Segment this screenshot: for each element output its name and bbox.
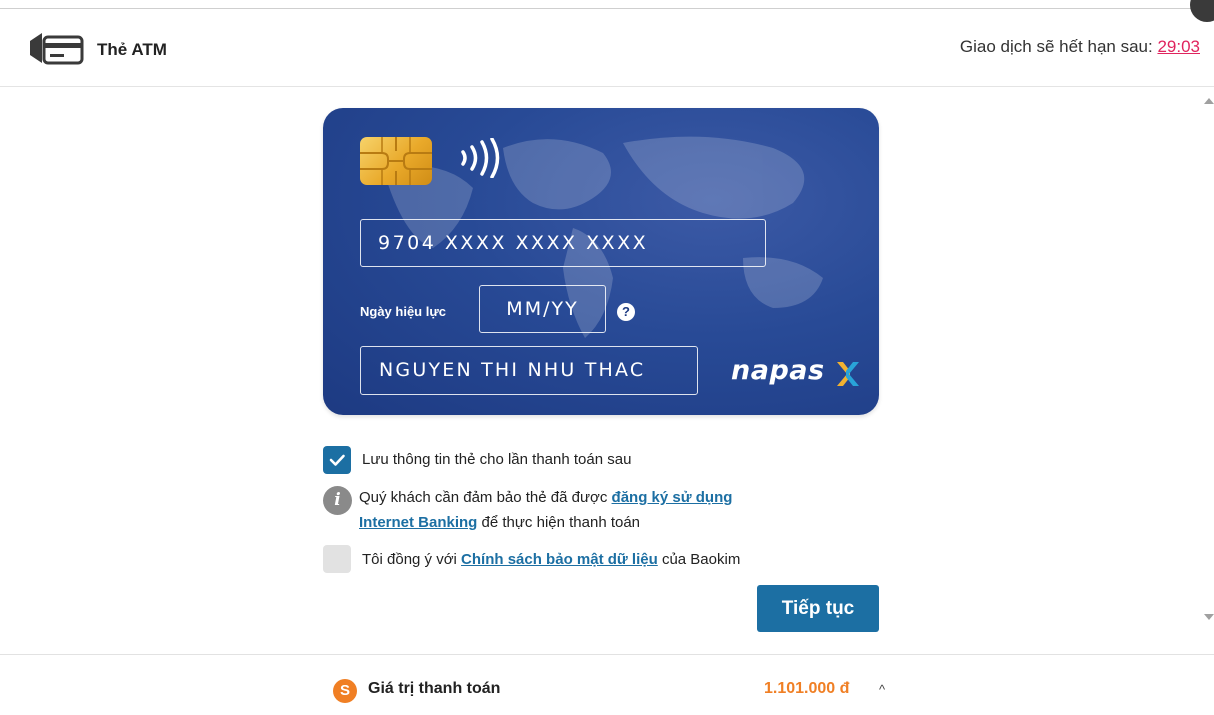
payment-amount: 1.101.000 đ: [764, 680, 850, 697]
internet-banking-link[interactable]: Internet Banking: [359, 514, 477, 531]
scroll-up-arrow[interactable]: [1204, 98, 1214, 104]
napas-logo-mark: [837, 362, 859, 386]
cardholder-name-input[interactable]: NGUYEN THI NHU THAC: [360, 346, 698, 395]
help-icon[interactable]: ?: [617, 303, 635, 321]
info-suffix: để thực hiện thanh toán: [477, 514, 641, 531]
continue-button[interactable]: Tiếp tục: [757, 585, 879, 632]
expiry-input[interactable]: MM/YY: [479, 285, 606, 333]
info-prefix: Quý khách cần đảm bảo thẻ đã được: [359, 489, 612, 506]
timer-value[interactable]: 29:03: [1157, 37, 1200, 56]
expiry-timer: Giao dịch sẽ hết hạn sau: 29:03: [960, 37, 1200, 57]
info-text-line1: Quý khách cần đảm bảo thẻ đã được đăng k…: [359, 489, 732, 506]
atm-card-icon: [30, 33, 84, 65]
page-title: Thẻ ATM: [97, 40, 167, 59]
agree-prefix: Tôi đồng ý với: [362, 551, 462, 568]
atm-card-form: 9704 XXXX XXXX XXXX Ngày hiệu lực MM/YY …: [323, 108, 879, 415]
payment-value-label: Giá trị thanh toán: [368, 680, 501, 697]
save-card-checkbox[interactable]: [323, 446, 351, 474]
privacy-policy-link[interactable]: Chính sách bảo mật dữ liệu: [461, 551, 658, 568]
register-link[interactable]: đăng ký sử dụng: [612, 489, 733, 506]
agree-policy-checkbox[interactable]: [323, 545, 351, 573]
chip-icon: [360, 137, 432, 185]
payment-summary-bar: S Giá trị thanh toán 1.101.000 đ ^: [0, 654, 1214, 715]
card-number-input[interactable]: 9704 XXXX XXXX XXXX: [360, 219, 766, 267]
header: Thẻ ATM Giao dịch sẽ hết hạn sau: 29:03: [0, 9, 1214, 87]
coin-icon: S: [333, 679, 357, 703]
agree-policy-text: Tôi đồng ý với Chính sách bảo mật dữ liệ…: [362, 551, 740, 568]
info-text-line2: Internet Banking để thực hiện thanh toán: [359, 514, 640, 531]
timer-label: Giao dịch sẽ hết hạn sau:: [959, 37, 1158, 56]
scroll-down-arrow[interactable]: [1204, 614, 1214, 620]
napas-logo: napas: [731, 355, 825, 386]
chevron-up-icon[interactable]: ^: [879, 682, 885, 697]
info-icon: i: [323, 486, 352, 515]
agree-suffix: của Baokim: [657, 551, 741, 568]
check-icon: [329, 454, 345, 466]
expiry-label: Ngày hiệu lực: [360, 304, 446, 319]
save-card-label: Lưu thông tin thẻ cho lần thanh toán sau: [362, 451, 632, 468]
contactless-icon: [461, 138, 500, 178]
